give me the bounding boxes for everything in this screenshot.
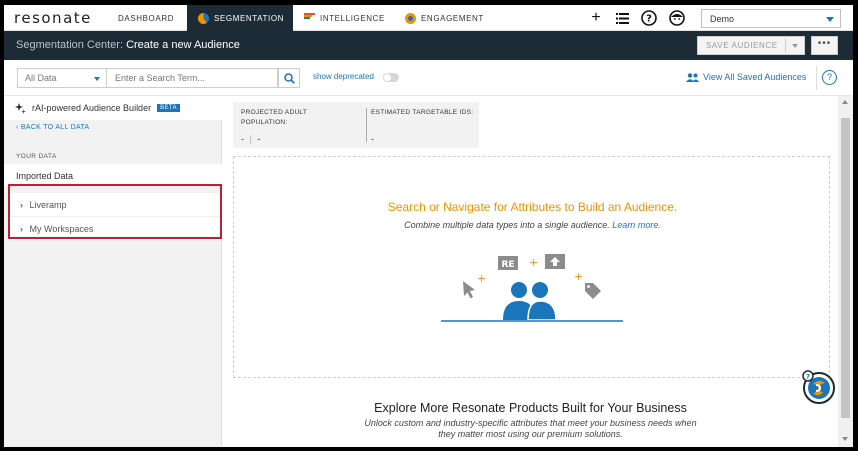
chevron-down-icon [94, 77, 100, 81]
show-deprecated-toggle[interactable] [383, 73, 399, 82]
tab-intelligence[interactable]: INTELLIGENCE [304, 5, 394, 31]
assistant-launcher-icon[interactable]: ? [801, 370, 835, 404]
search-input[interactable]: Enter a Search Term... [107, 68, 278, 88]
svg-text:?: ? [646, 14, 652, 25]
account-select[interactable]: Demo [701, 9, 841, 28]
svg-text:?: ? [806, 373, 810, 381]
engagement-icon [405, 12, 416, 24]
scroll-down-arrow-icon[interactable] [842, 437, 848, 441]
ai-audience-builder[interactable]: rAI-powered Audience Builder BETA [4, 96, 222, 120]
sparkle-icon [15, 102, 26, 114]
drop-zone-subtitle: Combine multiple data types into a singl… [404, 220, 661, 230]
tab-dashboard[interactable]: DASHBOARD [102, 5, 184, 31]
dashboard-grid-icon [102, 13, 113, 24]
audience-builder-illustration: RE + + + [441, 254, 623, 322]
help-icon[interactable]: ? [640, 9, 658, 27]
users-icon [686, 72, 699, 82]
add-icon[interactable]: + [587, 9, 605, 27]
sidebar-item-imported-data[interactable]: Imported Data [4, 164, 222, 186]
search-button[interactable] [278, 68, 300, 88]
scroll-up-arrow-icon[interactable] [842, 100, 848, 104]
more-options-button[interactable]: ••• [811, 36, 838, 55]
page-title: Segmentation Center: Create a new Audien… [16, 39, 240, 51]
scroll-thumb[interactable] [841, 118, 850, 418]
chevron-down-icon[interactable] [792, 44, 798, 48]
data-scope-select[interactable]: All Data [17, 68, 107, 88]
show-deprecated-label: show deprecated [313, 72, 374, 81]
resonate-logo[interactable]: resonate [14, 9, 92, 27]
save-audience-button[interactable]: SAVE AUDIENCE [697, 36, 805, 55]
population-value: - | - [241, 134, 261, 144]
targetable-ids-value: - [371, 134, 374, 144]
section-label: YOUR DATA [16, 153, 57, 160]
sidebar: rAI-powered Audience Builder BETA ‹ BACK… [4, 96, 222, 447]
view-saved-audiences-link[interactable]: View All Saved Audiences [686, 72, 806, 82]
back-to-all-data-link[interactable]: ‹ BACK TO ALL DATA [16, 124, 90, 131]
re-badge: RE [501, 260, 514, 270]
search-icon [283, 72, 295, 84]
drop-zone-title: Search or Navigate for Attributes to Bui… [387, 200, 678, 214]
beta-badge: BETA [157, 104, 180, 112]
segmentation-icon [198, 12, 209, 24]
svg-text:+: + [477, 272, 486, 285]
chevron-down-icon [826, 17, 834, 22]
main-content: PROJECTED ADULT POPULATION: - | - ESTIMA… [223, 96, 838, 447]
explore-title: Explore More Resonate Products Built for… [374, 401, 687, 415]
user-avatar-icon[interactable] [668, 9, 686, 27]
main-scrollbar[interactable] [838, 96, 853, 447]
svg-text:+: + [529, 256, 538, 269]
help-button[interactable]: ? [822, 70, 837, 85]
app-window: resonate DASHBOARD SEGMENTATION INTELLIG… [4, 5, 853, 447]
explore-subtitle: Unlock custom and industry-specific attr… [364, 418, 697, 439]
list-icon[interactable] [613, 9, 631, 27]
svg-text:+: + [574, 270, 583, 283]
highlight-box [8, 184, 222, 239]
population-label: PROJECTED ADULT POPULATION: [241, 109, 308, 126]
top-nav: resonate DASHBOARD SEGMENTATION INTELLIG… [4, 5, 853, 31]
search-bar: All Data Enter a Search Term... show dep… [4, 60, 853, 96]
tab-segmentation[interactable]: SEGMENTATION [187, 5, 293, 31]
tab-engagement[interactable]: ENGAGEMENT [405, 5, 495, 31]
audience-drop-zone[interactable]: Search or Navigate for Attributes to Bui… [233, 156, 830, 378]
title-bar: Segmentation Center: Create a new Audien… [4, 31, 853, 60]
learn-more-link[interactable]: Learn more. [612, 220, 661, 230]
audience-stats: PROJECTED ADULT POPULATION: - | - ESTIMA… [233, 102, 479, 148]
targetable-ids-label: ESTIMATED TARGETABLE IDS: [371, 109, 474, 116]
intelligence-icon [304, 12, 315, 24]
